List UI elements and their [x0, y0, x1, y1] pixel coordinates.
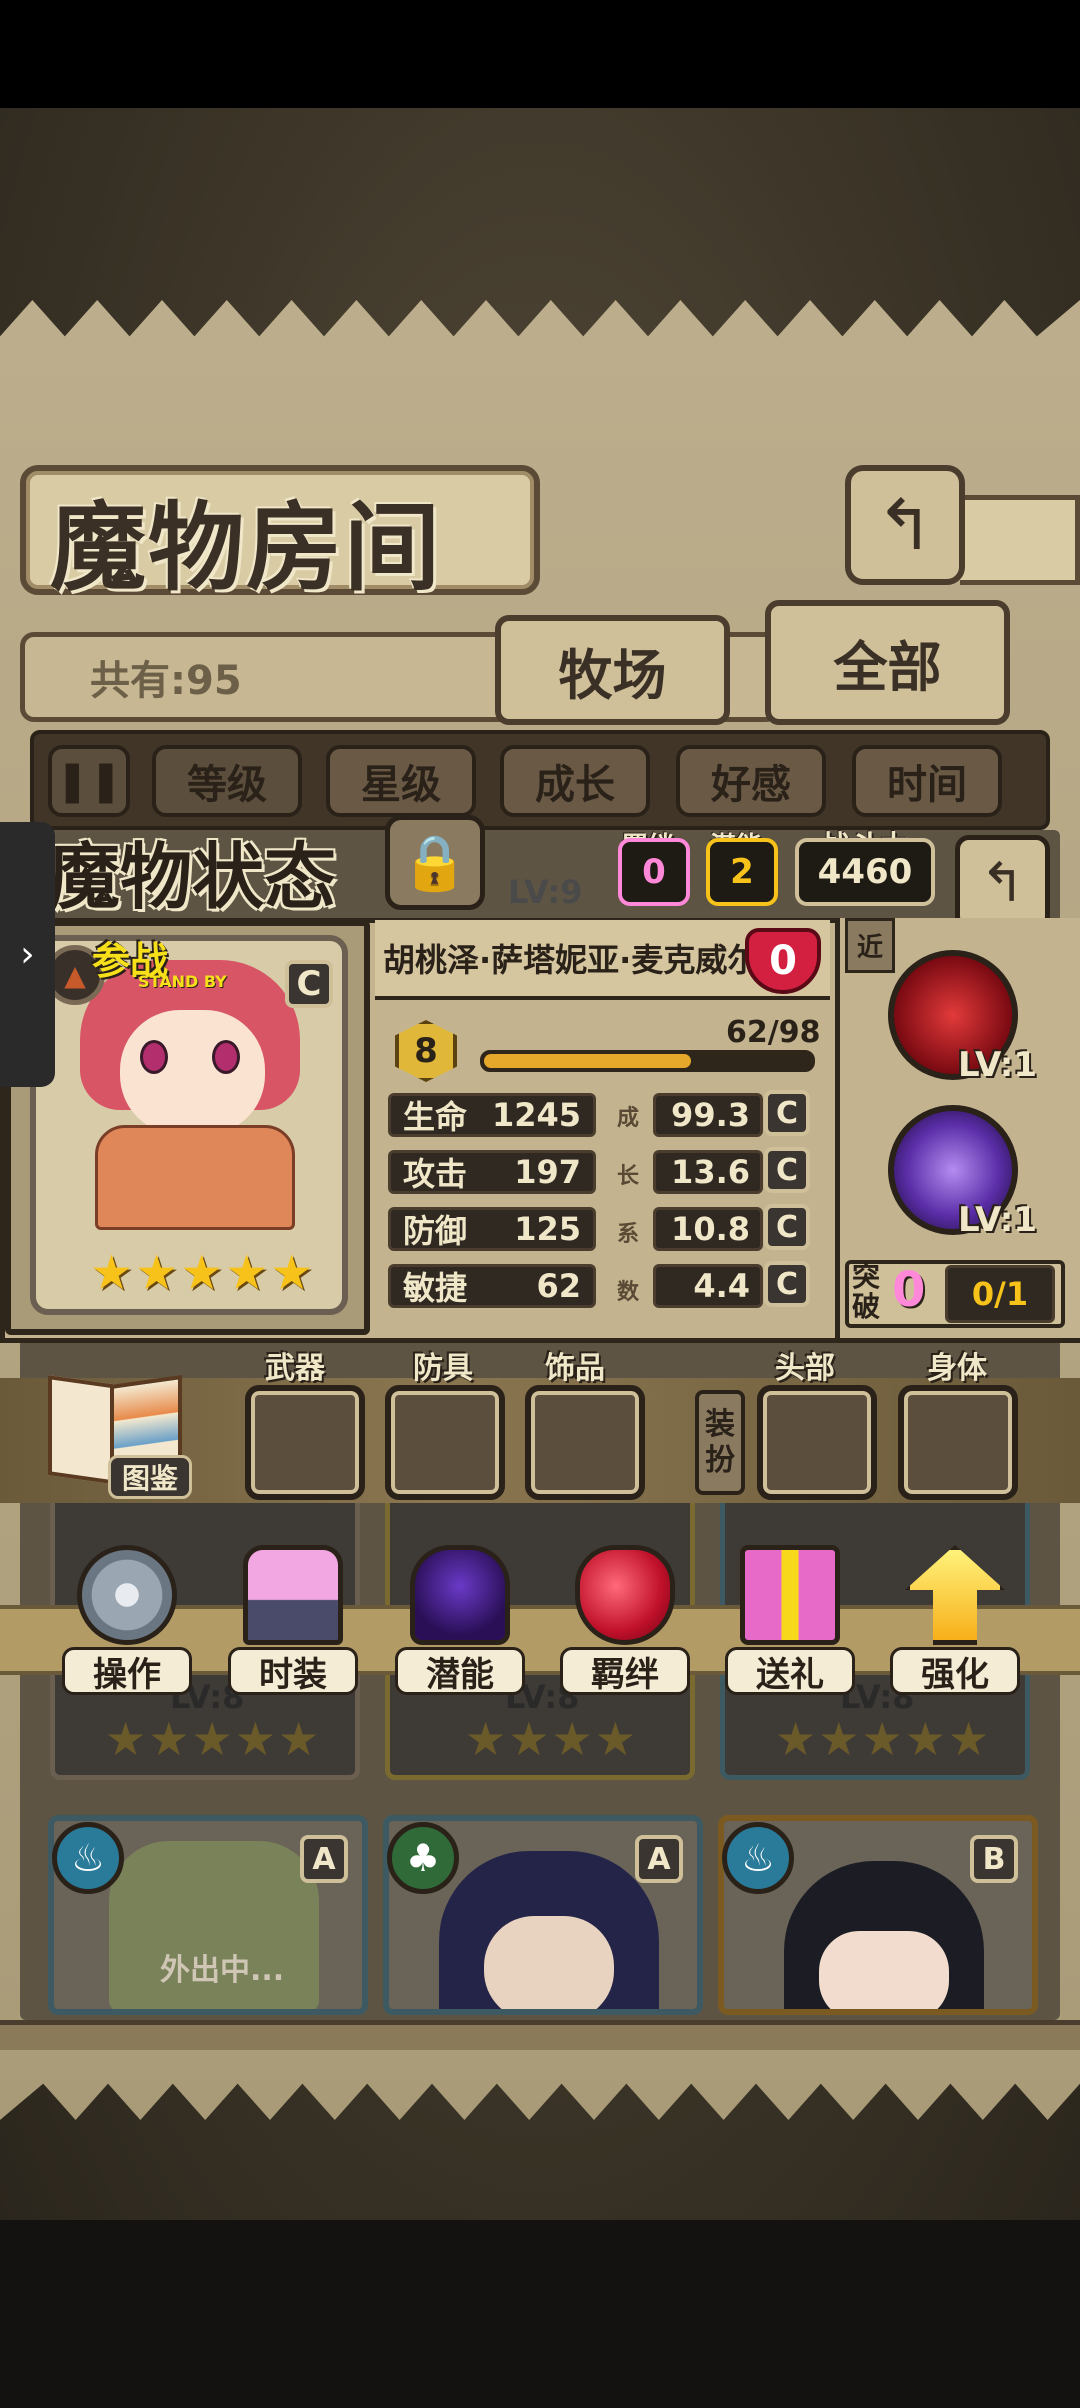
- gift-button[interactable]: 送礼: [725, 1545, 855, 1695]
- rank-badge: A: [300, 1835, 348, 1883]
- grade-badge: C: [764, 1261, 810, 1307]
- title-strip-right: [960, 495, 1080, 585]
- page-title: 魔物房间: [50, 492, 442, 604]
- back-arrow-icon: ↰: [875, 484, 935, 566]
- double-heart-icon: [575, 1545, 675, 1645]
- water-element-icon: ♨: [52, 1822, 124, 1894]
- outfit-button[interactable]: 时装: [228, 1545, 358, 1695]
- armor-slot[interactable]: [385, 1385, 505, 1500]
- tab-ranch[interactable]: 牧场: [495, 615, 730, 725]
- rank-badge: A: [635, 1835, 683, 1883]
- padlock-icon: 🔒: [401, 830, 469, 894]
- grade-badge: C: [764, 1147, 810, 1193]
- bond-button[interactable]: 羁绊: [560, 1545, 690, 1695]
- armor-label: 防具: [413, 1351, 473, 1386]
- rank-badge: B: [970, 1835, 1018, 1883]
- grid-bottom-frame: [0, 2020, 1080, 2050]
- body-label: 身体: [927, 1351, 987, 1386]
- operate-button[interactable]: 操作: [62, 1545, 192, 1695]
- dress-up-label: 装扮: [695, 1390, 745, 1495]
- gift-icon: [740, 1545, 840, 1645]
- sort-time-button[interactable]: 时间: [852, 745, 1002, 817]
- up-arrows-icon: [905, 1545, 1005, 1645]
- close-status-button[interactable]: ↰: [955, 835, 1050, 930]
- stat-defense: 防御 125: [388, 1207, 596, 1251]
- chevron-right-icon: ›: [20, 934, 35, 975]
- combat-power: 4460: [795, 838, 935, 906]
- head-label: 头部: [775, 1351, 835, 1386]
- star-icon: ★: [180, 1245, 224, 1301]
- character-face: [120, 1010, 265, 1135]
- weapon-label: 武器: [265, 1351, 325, 1386]
- sort-star-button[interactable]: 星级: [326, 745, 476, 817]
- sort-growth-button[interactable]: 成长: [500, 745, 650, 817]
- lock-button[interactable]: 🔒: [385, 815, 485, 910]
- star-icon: ★: [90, 1245, 134, 1301]
- potential-value: 2: [706, 838, 778, 906]
- potential-button[interactable]: 潜能: [395, 1545, 525, 1695]
- growth-hp: 99.3: [653, 1093, 763, 1137]
- skill-level: LV:1: [958, 1045, 1038, 1085]
- outfit-icon: [243, 1545, 343, 1645]
- side-drawer-handle[interactable]: ›: [0, 822, 55, 1087]
- head-slot[interactable]: [757, 1385, 877, 1500]
- status-title: 魔物状态: [48, 835, 337, 919]
- character-eye: [212, 1040, 240, 1074]
- growth-attack: 13.6: [653, 1150, 763, 1194]
- back-arrow-icon: ↰: [979, 851, 1026, 914]
- bottom-black-area: [0, 2220, 1080, 2408]
- gear-icon: [77, 1545, 177, 1645]
- card-behind-level: LV:9: [508, 873, 583, 911]
- sort-level-button[interactable]: 等级: [152, 745, 302, 817]
- accessory-label: 饰品: [545, 1351, 605, 1386]
- body-slot[interactable]: [898, 1385, 1018, 1500]
- grid-card-stars: ★ ★ ★ ★ ★: [105, 1712, 320, 1766]
- character-body: [95, 1125, 295, 1230]
- star-icon: ★: [225, 1245, 269, 1301]
- rank-badge: C: [285, 960, 333, 1008]
- away-status: 外出中...: [160, 1953, 285, 1988]
- exp-text: 62/98: [726, 1015, 821, 1050]
- back-button[interactable]: ↰: [845, 465, 965, 585]
- demon-silhouette-icon: [410, 1545, 510, 1645]
- monster-count: 共有:95: [90, 658, 242, 704]
- sort-order-toggle[interactable]: ❚❚: [48, 745, 130, 817]
- grade-badge: C: [764, 1204, 810, 1250]
- star-icon: ★: [270, 1245, 314, 1301]
- breakthrough-count: 0: [892, 1262, 926, 1318]
- water-element-icon: ♨: [722, 1822, 794, 1894]
- codex-button[interactable]: 图鉴: [108, 1455, 192, 1499]
- star-rating: ★ ★ ★ ★ ★: [90, 1245, 313, 1305]
- breakthrough-label: 突破: [852, 1260, 881, 1323]
- grid-card-stars: ★ ★ ★ ★: [465, 1712, 636, 1766]
- stat-hp: 生命 1245: [388, 1093, 596, 1137]
- growth-coefficient-label: 成 长 系 数: [617, 1106, 640, 1305]
- stat-attack: 攻击 197: [388, 1150, 596, 1194]
- star-icon: ★: [135, 1245, 179, 1301]
- leaf-element-icon: ♣: [387, 1822, 459, 1894]
- grade-badge: C: [764, 1090, 810, 1136]
- breakthrough-progress: 0/1: [945, 1265, 1055, 1323]
- skill-level: LV:1: [958, 1200, 1038, 1240]
- accessory-slot[interactable]: [525, 1385, 645, 1500]
- weapon-slot[interactable]: [245, 1385, 365, 1500]
- tab-all[interactable]: 全部: [765, 600, 1010, 725]
- stat-agility: 敏捷 62: [388, 1264, 596, 1308]
- exp-bar-fill: [484, 1054, 691, 1068]
- bond-value: 0: [618, 838, 690, 906]
- standby-sublabel: STAND BY: [138, 972, 227, 991]
- pause-icon: ❚❚: [55, 758, 123, 804]
- grid-card-stars: ★ ★ ★ ★ ★: [775, 1712, 990, 1766]
- enhance-button[interactable]: 强化: [890, 1545, 1020, 1695]
- range-tag: 近: [845, 918, 895, 973]
- system-status-bar: [0, 0, 1080, 108]
- growth-defense: 10.8: [653, 1207, 763, 1251]
- character-eye: [140, 1040, 168, 1074]
- growth-agility: 4.4: [653, 1264, 763, 1308]
- sort-affection-button[interactable]: 好感: [676, 745, 826, 817]
